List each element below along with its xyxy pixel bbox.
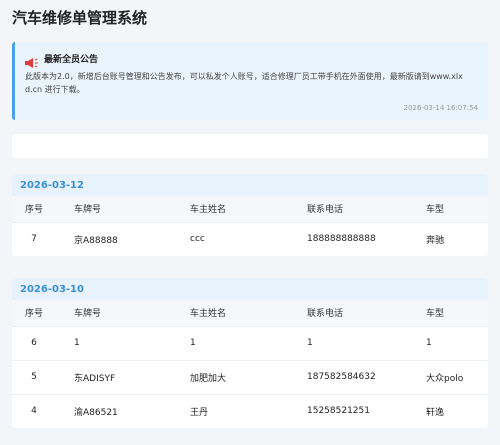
cell-phone: 15258521251: [289, 393, 426, 428]
table-row[interactable]: 6 1 1 1 1: [12, 325, 488, 360]
announcement-time: 2026-03-14 16:07:54: [403, 104, 478, 112]
group-header: 2026-03-12: [12, 174, 488, 196]
cell-model: 奔驰: [426, 221, 488, 256]
group-header: 2026-03-10: [12, 278, 488, 300]
col-header-phone: 联系电话: [307, 309, 344, 320]
cell-owner: 1: [172, 325, 289, 360]
table-row[interactable]: 7 京A88888 ccc 188888888888 奔驰: [12, 221, 488, 256]
announcement-body: 此版本为2.0，新增后台账号管理和公告发布，可以私发个人账号，适合修理厂员工带手…: [25, 72, 463, 94]
col-header-no: 序号: [24, 205, 43, 216]
cell-no: 4: [12, 393, 56, 428]
cell-model: 大众polo: [426, 359, 488, 394]
announcement-title: 最新全员公告: [44, 54, 99, 65]
col-header-owner: 车主姓名: [190, 205, 227, 216]
megaphone-icon: [25, 53, 38, 68]
cell-phone: 1: [289, 325, 426, 360]
cell-owner: 王丹: [172, 393, 289, 428]
col-header-no: 序号: [24, 309, 43, 320]
table-header-row: 序号 车牌号 车主姓名 联系电话 车型: [12, 196, 488, 222]
cell-model: 轩逸: [426, 393, 488, 428]
cell-plate: 京A88888: [56, 221, 172, 256]
page-title: 汽车维修单管理系统: [12, 9, 148, 27]
col-header-model: 车型: [426, 205, 445, 216]
date-group: 2026-03-12 序号 车牌号 车主姓名 联系电话 车型 7 京A88888…: [12, 174, 488, 256]
cell-owner: 加肥加大: [172, 359, 289, 394]
col-header-plate: 车牌号: [74, 309, 102, 320]
announcement-card[interactable]: 最新全员公告 此版本为2.0，新增后台账号管理和公告发布，可以私发个人账号，适合…: [12, 42, 488, 120]
col-header-owner: 车主姓名: [190, 309, 227, 320]
cell-no: 5: [12, 359, 56, 394]
empty-card: [12, 134, 488, 158]
col-header-plate: 车牌号: [74, 205, 102, 216]
group-date: 2026-03-12: [20, 179, 84, 191]
col-header-phone: 联系电话: [307, 205, 344, 216]
cell-no: 7: [12, 221, 56, 256]
order-table: 序号 车牌号 车主姓名 联系电话 车型 6 1 1 1 1 5 东ADISYF …: [12, 300, 488, 428]
order-table: 序号 车牌号 车主姓名 联系电话 车型 7 京A88888 ccc 188888…: [12, 196, 488, 256]
date-group: 2026-03-10 序号 车牌号 车主姓名 联系电话 车型 6 1 1 1 1…: [12, 278, 488, 428]
table-header-row: 序号 车牌号 车主姓名 联系电话 车型: [12, 300, 488, 326]
cell-phone: 188888888888: [289, 221, 426, 256]
cell-owner: ccc: [172, 221, 289, 256]
cell-model: 1: [426, 325, 488, 360]
cell-plate: 东ADISYF: [56, 359, 172, 394]
cell-phone: 187582584632: [289, 359, 426, 394]
group-date: 2026-03-10: [20, 283, 84, 295]
col-header-model: 车型: [426, 309, 445, 320]
table-row[interactable]: 4 渝A86521 王丹 15258521251 轩逸: [12, 393, 488, 428]
cell-no: 6: [12, 325, 56, 360]
cell-plate: 1: [56, 325, 172, 360]
announcement-header: 最新全员公告: [25, 50, 478, 68]
cell-plate: 渝A86521: [56, 393, 172, 428]
table-row[interactable]: 5 东ADISYF 加肥加大 187582584632 大众polo: [12, 359, 488, 394]
